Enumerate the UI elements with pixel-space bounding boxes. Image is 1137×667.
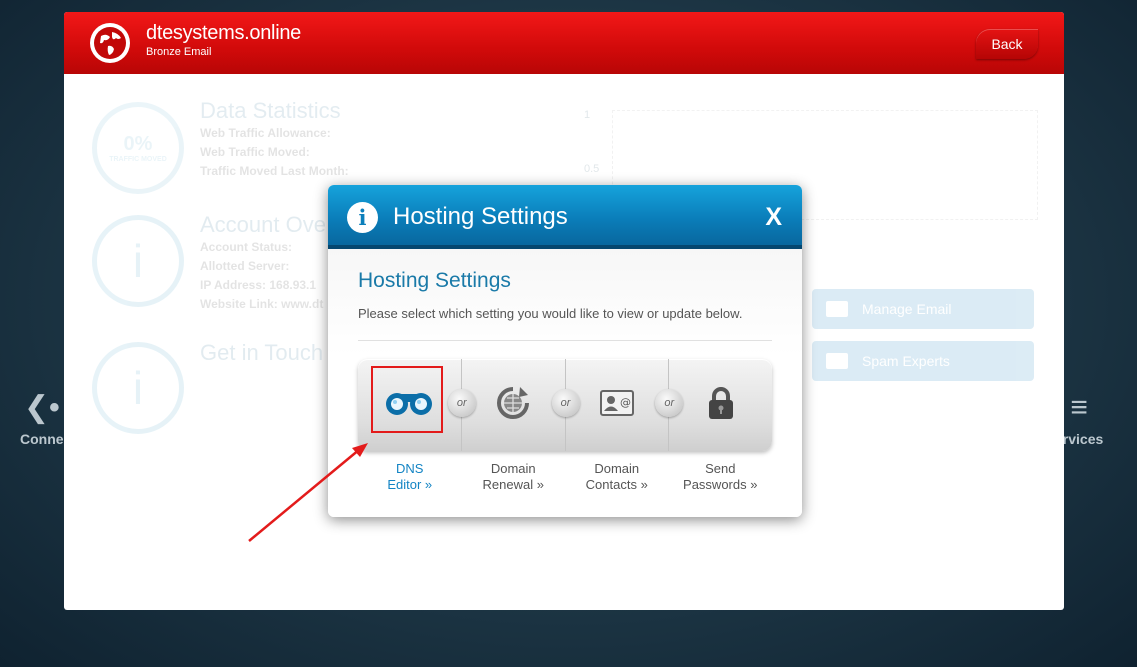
stat-line: Traffic Moved Last Month: <box>200 164 349 178</box>
options-bar: or or @ or <box>358 359 772 451</box>
spam-experts-label: Spam Experts <box>862 353 950 369</box>
hosting-settings-modal: i Hosting Settings X Hosting Settings Pl… <box>328 185 802 517</box>
divider <box>358 340 772 341</box>
stat-line: Web Traffic Moved: <box>200 145 310 159</box>
body-title: Hosting Settings <box>358 269 511 292</box>
plan-subtitle: Bronze Email <box>146 46 212 58</box>
stat-line: Web Traffic Allowance: <box>200 126 331 140</box>
data-statistics-title: Data Statistics <box>200 98 341 123</box>
svg-text:@: @ <box>620 396 631 409</box>
globe-icon <box>90 23 130 63</box>
info-icon: i <box>347 202 378 233</box>
contact-info-icon: i <box>92 342 184 434</box>
site-title: dtesystems.online <box>146 22 301 44</box>
or-separator: or <box>655 389 684 417</box>
account-overview-title: Account Ove <box>200 212 326 237</box>
graph-tick: 0.5 <box>584 163 600 175</box>
traffic-percent: 0% <box>123 132 153 155</box>
get-in-touch-title: Get in Touch <box>200 340 324 365</box>
body-description: Please select which setting you would li… <box>358 306 743 321</box>
close-button[interactable]: X <box>765 203 782 232</box>
envelope-icon <box>826 301 848 317</box>
graph-tick: 1 <box>584 109 591 121</box>
traffic-percent-ring: 0% TRAFFIC MOVED <box>92 102 184 194</box>
option-send-passwords[interactable]: or <box>655 359 772 451</box>
modal-body: Hosting Settings Please select which set… <box>328 249 802 517</box>
account-line: Website Link: www.dt <box>200 297 324 311</box>
account-info-icon: i <box>92 215 184 307</box>
get-in-touch-section: Get in Touch <box>200 340 323 366</box>
account-overview-section: Account Ove Account Status: Allotted Ser… <box>200 212 326 314</box>
bg-connect-item: ❮• Conne <box>20 385 64 447</box>
option-domain-contacts[interactable]: or @ <box>551 359 669 451</box>
modal-header: i Hosting Settings X <box>328 185 802 249</box>
panel-header: dtesystems.online Bronze Email Back <box>64 12 1064 74</box>
or-separator: or <box>447 389 476 417</box>
spam-experts-button[interactable]: Spam Experts <box>812 341 1034 381</box>
contact-card-icon: @ <box>599 388 635 423</box>
shield-icon <box>826 353 848 369</box>
account-line: Account Status: <box>200 240 293 254</box>
bg-connect-label: Conne <box>20 431 64 447</box>
back-button[interactable]: Back <box>976 29 1038 59</box>
option-dns-editor[interactable] <box>358 359 461 451</box>
data-statistics-section: Data Statistics Web Traffic Allowance: W… <box>200 98 349 181</box>
connect-icon: ❮• <box>23 391 60 424</box>
or-separator: or <box>551 389 580 417</box>
graph-axis: 1 0.5 <box>584 108 599 176</box>
padlock-icon <box>707 386 735 425</box>
account-line: Allotted Server: <box>200 259 290 273</box>
account-line: IP Address: 168.93.1 <box>200 278 317 292</box>
option-domain-renewal[interactable]: or <box>447 359 565 451</box>
traffic-percent-caption: TRAFFIC MOVED <box>109 155 167 163</box>
manage-email-button[interactable]: Manage Email <box>812 289 1034 329</box>
highlight-annotation-box <box>371 366 443 433</box>
globe-refresh-icon <box>496 386 530 425</box>
manage-email-label: Manage Email <box>862 301 952 317</box>
modal-title: Hosting Settings <box>393 203 568 230</box>
